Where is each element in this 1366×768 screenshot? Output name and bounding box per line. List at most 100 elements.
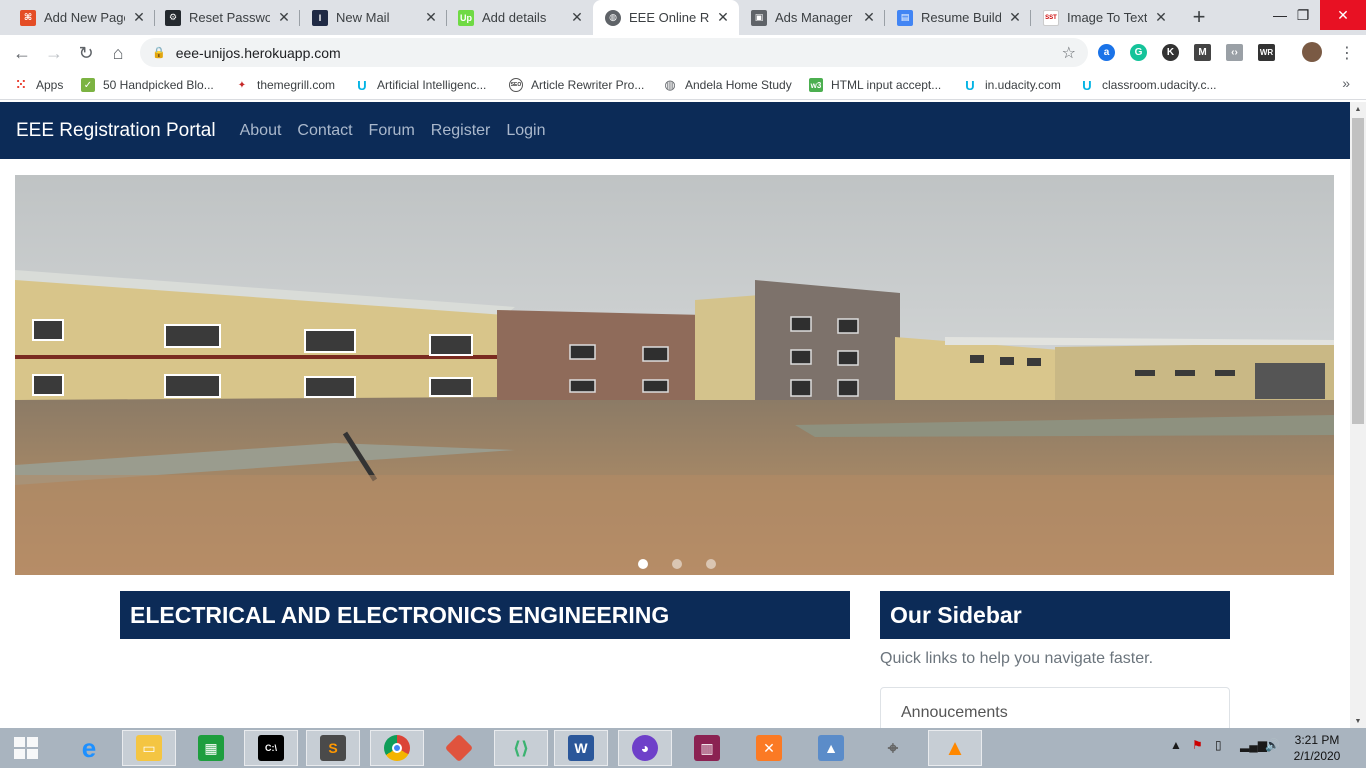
taskbar-xampp[interactable]: ✕ <box>742 730 796 766</box>
hero-carousel[interactable] <box>15 175 1334 575</box>
sidebar-subtitle: Quick links to help you navigate faster. <box>880 650 1154 667</box>
grammarly-icon[interactable]: G <box>1130 44 1147 61</box>
clock-date: 2/1/2020 <box>1293 749 1341 763</box>
globe-icon: ◍ <box>605 9 621 26</box>
bookmark-star-icon[interactable]: ☆ <box>1062 43 1076 63</box>
taskbar-word[interactable]: W <box>554 730 608 766</box>
taskbar-github-desktop[interactable]: ◕ <box>618 730 672 766</box>
github-icon: ⚙ <box>165 9 181 26</box>
bookmark-themegrill[interactable]: ✦ themegrill.com <box>235 76 335 94</box>
bookmark-apps[interactable]: ⁙ Apps <box>14 76 64 94</box>
restore-button[interactable]: ❐ <box>1283 0 1323 30</box>
menu-kebab-icon[interactable]: ⋮ <box>1334 40 1360 66</box>
taskbar-vscode[interactable]: ⟨⟩ <box>494 730 548 766</box>
wr-extension-icon[interactable]: WR <box>1258 44 1275 61</box>
internet-explorer-icon: e <box>81 732 97 763</box>
carousel-dot-2[interactable] <box>672 559 682 569</box>
taskbar-winrar[interactable]: ▥ <box>680 730 734 766</box>
tab-add-details[interactable]: Up Add details ✕ <box>438 0 593 35</box>
main-heading: ELECTRICAL AND ELECTRONICS ENGINEERING <box>120 591 850 639</box>
close-icon[interactable]: ✕ <box>1007 9 1023 26</box>
action-center-flag-icon[interactable]: ⚑ <box>1192 738 1203 752</box>
tab-ads-manager[interactable]: ▣ Ads Manager - ✕ <box>739 0 885 35</box>
lock-icon: 🔒 <box>152 47 166 59</box>
tab-add-new-page[interactable]: ⌘ Add New Page ✕ <box>0 0 155 35</box>
taskbar-sublime[interactable]: S <box>306 730 360 766</box>
vscode-icon: ⟨⟩ <box>512 737 530 758</box>
udacity-icon: U <box>357 77 367 93</box>
winrar-icon: ▥ <box>694 735 720 761</box>
back-arrow-icon[interactable]: ← <box>9 40 35 66</box>
taskbar-photos[interactable]: ▲ <box>804 730 858 766</box>
close-icon[interactable]: ✕ <box>276 9 292 26</box>
close-icon[interactable]: ✕ <box>861 9 877 26</box>
extension-a-icon[interactable]: a <box>1098 44 1115 61</box>
code-extension-icon[interactable]: ‹› <box>1226 44 1243 61</box>
mail-icon: I <box>312 9 328 26</box>
volume-icon[interactable]: 🔊 <box>1265 738 1280 752</box>
taskbar-chrome[interactable] <box>370 730 424 766</box>
bookmark-classroom-udacity[interactable]: U classroom.udacity.c... <box>1080 76 1216 94</box>
taskbar-file-explorer[interactable]: ▭ <box>122 730 176 766</box>
bookmarks-overflow-icon[interactable]: » <box>1342 75 1350 91</box>
battery-icon[interactable]: ▯ <box>1215 738 1222 752</box>
url-text: eee-unijos.herokuapp.com <box>175 44 341 61</box>
terminal-icon: C:\ <box>258 735 284 761</box>
site-navbar: EEE Registration Portal About Contact Fo… <box>0 102 1350 159</box>
extension-k-icon[interactable]: K <box>1162 44 1179 61</box>
nav-login[interactable]: Login <box>506 122 545 140</box>
bookmark-html-input[interactable]: w3 HTML input accept... <box>809 76 941 94</box>
nav-forum[interactable]: Forum <box>369 122 415 140</box>
bookmark-in-udacity[interactable]: U in.udacity.com <box>963 76 1061 94</box>
home-icon[interactable]: ⌂ <box>105 40 131 66</box>
tab-resume-builder[interactable]: ▤ Resume Builder ✕ <box>885 0 1031 35</box>
taskbar-ie[interactable]: e <box>62 730 116 766</box>
taskbar-satellite-app[interactable]: ⌖ <box>866 730 920 766</box>
sidebar-item-announcements[interactable]: Annoucements <box>901 704 1008 722</box>
carousel-dot-1[interactable] <box>638 559 648 569</box>
bookmark-artificial-intelligence[interactable]: U Artificial Intelligenc... <box>355 76 486 94</box>
scrollbar-thumb[interactable] <box>1352 118 1364 424</box>
close-window-button[interactable]: ✕ <box>1320 0 1366 30</box>
bookmark-andela[interactable]: ◍ Andela Home Study <box>663 76 791 94</box>
word-icon: W <box>568 735 594 761</box>
tab-image-to-text[interactable]: SST Image To Text ✕ <box>1031 0 1177 35</box>
address-bar[interactable]: 🔒 eee-unijos.herokuapp.com ☆ <box>140 38 1088 67</box>
carousel-dot-3[interactable] <box>706 559 716 569</box>
themegrill-icon: ✦ <box>237 79 247 91</box>
start-button[interactable] <box>0 730 52 766</box>
new-tab-button[interactable]: + <box>1186 4 1212 30</box>
close-icon[interactable]: ✕ <box>569 9 585 26</box>
tab-reset-password[interactable]: ⚙ Reset Password ✕ <box>145 0 300 35</box>
site-brand[interactable]: EEE Registration Portal <box>16 120 216 142</box>
nav-contact[interactable]: Contact <box>297 122 352 140</box>
tab-eee-online-reg[interactable]: ◍ EEE Online Reg ✕ <box>593 0 739 35</box>
scroll-up-arrow-icon[interactable]: ▲ <box>1350 102 1366 116</box>
profile-avatar[interactable] <box>1302 42 1322 62</box>
reload-icon[interactable]: ↻ <box>73 40 99 66</box>
seo-icon: SEO <box>509 78 523 92</box>
bookmark-article-rewriter[interactable]: SEO Article Rewriter Pro... <box>509 76 644 94</box>
carousel-indicators <box>15 559 1334 569</box>
sidebar-title: Our Sidebar <box>880 591 1230 639</box>
vlc-icon: ▲ <box>944 735 966 760</box>
forward-arrow-icon[interactable]: → <box>41 40 67 66</box>
scroll-down-arrow-icon[interactable]: ▼ <box>1350 714 1366 728</box>
tab-new-mail[interactable]: I New Mail ✕ <box>292 0 447 35</box>
bookmarks-bar: ⁙ Apps ✓ 50 Handpicked Blo... ✦ themegri… <box>0 70 1366 100</box>
nav-about[interactable]: About <box>240 122 282 140</box>
close-icon[interactable]: ✕ <box>715 9 731 26</box>
page-scrollbar[interactable]: ▲ ▼ <box>1350 102 1366 728</box>
extension-m-icon[interactable]: M <box>1194 44 1211 61</box>
tray-overflow-icon[interactable]: ▲ <box>1170 738 1182 752</box>
taskbar-cmd[interactable]: C:\ <box>244 730 298 766</box>
nav-register[interactable]: Register <box>431 122 491 140</box>
system-clock[interactable]: 3:21 PM 2/1/2020 <box>1282 732 1352 764</box>
close-icon[interactable]: ✕ <box>1153 9 1169 26</box>
taskbar-app-diamond[interactable] <box>432 730 486 766</box>
network-signal-icon[interactable]: ▂▄▆ <box>1240 738 1267 752</box>
bookmark-handpicked[interactable]: ✓ 50 Handpicked Blo... <box>81 76 214 94</box>
close-icon[interactable]: ✕ <box>423 9 439 26</box>
taskbar-store[interactable]: ▦ <box>184 730 238 766</box>
taskbar-vlc[interactable]: ▲ <box>928 730 982 766</box>
